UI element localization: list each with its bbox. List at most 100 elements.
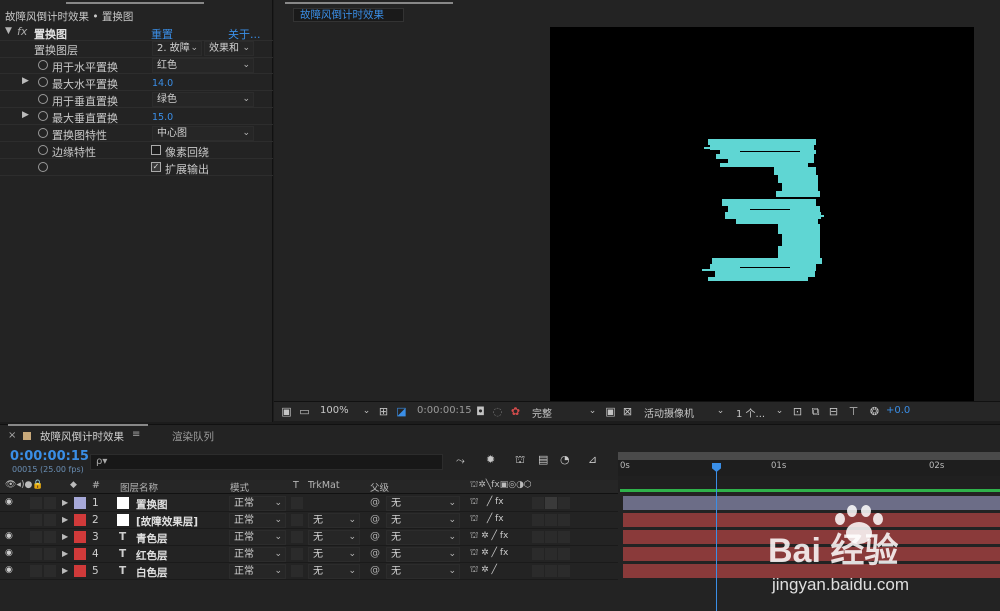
preserve-transparency-switch[interactable]: [291, 531, 303, 543]
layer-name[interactable]: 置换图: [136, 497, 168, 512]
max-horizontal-value[interactable]: 14.0: [152, 78, 173, 89]
time-ruler[interactable]: 0s 01s 02s: [618, 460, 1000, 476]
toggle-pixel-aspect-icon[interactable]: ⊡: [791, 405, 804, 418]
camera-dropdown[interactable]: 活动摄像机: [644, 405, 694, 420]
wrap-pixels-checkbox[interactable]: [151, 145, 161, 155]
expand-arrow-icon[interactable]: ▶: [62, 515, 68, 524]
stopwatch-icon[interactable]: [38, 111, 48, 121]
chevron-down-icon[interactable]: ⌄: [773, 405, 786, 418]
adjustment-switch[interactable]: [545, 497, 557, 509]
3d-switch[interactable]: [558, 497, 570, 509]
effect-header-row[interactable]: ▼ fx 置换图 重置 关于...: [0, 24, 273, 41]
pick-whip-icon[interactable]: @: [370, 548, 380, 559]
graph-editor-icon[interactable]: ⊿: [588, 453, 597, 466]
stopwatch-icon[interactable]: [38, 145, 48, 155]
layer-switch-icons[interactable]: ⛫ ✲ ╱: [470, 565, 497, 576]
layer-switch-box[interactable]: [532, 565, 544, 577]
expand-output-checkbox[interactable]: ✓: [151, 162, 161, 172]
close-tab-icon[interactable]: ×: [8, 430, 16, 441]
stopwatch-icon[interactable]: [38, 94, 48, 104]
layer-search-input[interactable]: ρ▾: [90, 454, 443, 470]
label-color-chip[interactable]: [74, 514, 86, 526]
parent-dropdown[interactable]: 无 ⌄: [386, 496, 460, 511]
preserve-transparency-switch[interactable]: [291, 565, 303, 577]
motion-blur-icon[interactable]: ◔: [560, 453, 570, 466]
lock-switch[interactable]: [44, 531, 56, 543]
export-frame-icon[interactable]: ⧉: [809, 405, 822, 418]
layer-row[interactable]: ◉ ▶ 3 T 青色层 正常 ⌄ 无 ⌄ @ 无 ⌄ ⛫ ✲ ╱ fx: [0, 529, 618, 546]
expand-arrow-icon[interactable]: ▶: [62, 498, 68, 507]
stopwatch-icon[interactable]: [38, 162, 48, 172]
eye-icon[interactable]: ◉: [5, 565, 13, 575]
layer-name[interactable]: 红色层: [136, 548, 168, 563]
layer-switch-box[interactable]: [532, 548, 544, 560]
solo-switch[interactable]: [30, 565, 42, 577]
grid-guide-icon[interactable]: ⊞: [377, 405, 390, 418]
horizontal-channel-dropdown[interactable]: 红色 ⌄: [152, 58, 254, 73]
adjustment-switch[interactable]: [545, 565, 557, 577]
transparency-grid-icon[interactable]: ⊠: [621, 405, 634, 418]
solo-switch[interactable]: [30, 514, 42, 526]
layer-row[interactable]: ◉ ▶ 1 置换图 正常 ⌄ @ 无 ⌄ ⛫ ╱ fx: [0, 495, 618, 512]
views-dropdown[interactable]: 1 个...: [736, 405, 765, 420]
3d-switch[interactable]: [558, 514, 570, 526]
chevron-down-icon[interactable]: ⌄: [586, 405, 599, 418]
composition-canvas[interactable]: [550, 27, 974, 401]
hide-shy-layers-icon[interactable]: ⛫: [515, 453, 525, 468]
layer-switch-icons[interactable]: ⛫ ✲ ╱ fx: [470, 548, 508, 559]
parent-dropdown[interactable]: 无 ⌄: [386, 530, 460, 545]
blend-mode-dropdown[interactable]: 正常 ⌄: [229, 530, 286, 545]
lock-switch[interactable]: [44, 497, 56, 509]
eye-icon[interactable]: ◉: [5, 497, 13, 507]
stopwatch-icon[interactable]: [38, 60, 48, 70]
layer-source-dropdown[interactable]: 效果和 ⌄: [204, 41, 254, 56]
chevron-down-icon[interactable]: ⌄: [360, 405, 373, 418]
pick-whip-icon[interactable]: @: [370, 514, 380, 525]
layer-switch-box[interactable]: [532, 497, 544, 509]
layer-switch-icons[interactable]: ⛫ ✲ ╱ fx: [470, 531, 508, 542]
layer-dropdown[interactable]: 2. 故障 ⌄: [152, 41, 202, 56]
eye-icon[interactable]: ◉: [5, 531, 13, 541]
layer-row[interactable]: ◉ ▶ 5 T 白色层 正常 ⌄ 无 ⌄ @ 无 ⌄ ⛫ ✲ ╱: [0, 563, 618, 580]
flowchart-icon[interactable]: ⊤: [847, 405, 860, 418]
solo-switch[interactable]: [30, 548, 42, 560]
3d-switch[interactable]: [558, 548, 570, 560]
timeline-comp-tab[interactable]: 故障风倒计时效果: [40, 429, 124, 444]
av-switches-icon[interactable]: 👁◂)●🔒: [5, 480, 44, 490]
monitor-icon[interactable]: ▭: [298, 405, 311, 418]
zoom-dropdown[interactable]: 100%: [320, 405, 349, 416]
label-color-chip[interactable]: [74, 548, 86, 560]
parent-dropdown[interactable]: 无 ⌄: [386, 513, 460, 528]
layer-switches-icon[interactable]: ⛫✲╲fx▣◎◑⬡: [470, 480, 532, 491]
track-matte-dropdown[interactable]: 无 ⌄: [308, 513, 360, 528]
adjustment-switch[interactable]: [545, 531, 557, 543]
snapshot-camera-icon[interactable]: ◘: [474, 405, 487, 418]
adjustment-switch[interactable]: [545, 548, 557, 560]
lock-switch[interactable]: [44, 514, 56, 526]
layer-row[interactable]: ◉ ▶ 4 T 红色层 正常 ⌄ 无 ⌄ @ 无 ⌄ ⛫ ✲ ╱ fx: [0, 546, 618, 563]
layer-name[interactable]: 白色层: [136, 565, 168, 580]
chevron-down-icon[interactable]: ⌄: [714, 405, 727, 418]
collapse-icon[interactable]: ▼: [5, 26, 12, 36]
layer-switch-box[interactable]: [532, 531, 544, 543]
render-queue-tab[interactable]: 渲染队列: [172, 429, 214, 444]
label-color-chip[interactable]: [74, 497, 86, 509]
current-time-indicator[interactable]: [716, 465, 717, 611]
preserve-transparency-switch[interactable]: [291, 497, 303, 509]
draft-3d-icon[interactable]: ✹: [486, 453, 495, 466]
label-tag-icon[interactable]: ◆: [70, 480, 77, 490]
layer-row[interactable]: ▶ 2 [故障效果层] 正常 ⌄ 无 ⌄ @ 无 ⌄ ⛫ ╱ fx: [0, 512, 618, 529]
blend-mode-dropdown[interactable]: 正常 ⌄: [229, 547, 286, 562]
solo-switch[interactable]: [30, 531, 42, 543]
expand-arrow-icon[interactable]: ▶: [62, 566, 68, 575]
layer-switch-box[interactable]: [532, 514, 544, 526]
expand-arrow-icon[interactable]: ▶: [62, 549, 68, 558]
3d-switch[interactable]: [558, 565, 570, 577]
timeline-timecode[interactable]: 0:00:00:15: [10, 449, 89, 464]
frame-blending-icon[interactable]: ▤: [538, 453, 548, 466]
expand-arrow-icon[interactable]: ▶: [22, 110, 29, 120]
resolution-dropdown[interactable]: 完整: [532, 405, 552, 420]
stopwatch-icon[interactable]: [38, 77, 48, 87]
track-matte-dropdown[interactable]: 无 ⌄: [308, 530, 360, 545]
comp-viewer-tab[interactable]: 故障风倒计时效果: [293, 8, 404, 22]
